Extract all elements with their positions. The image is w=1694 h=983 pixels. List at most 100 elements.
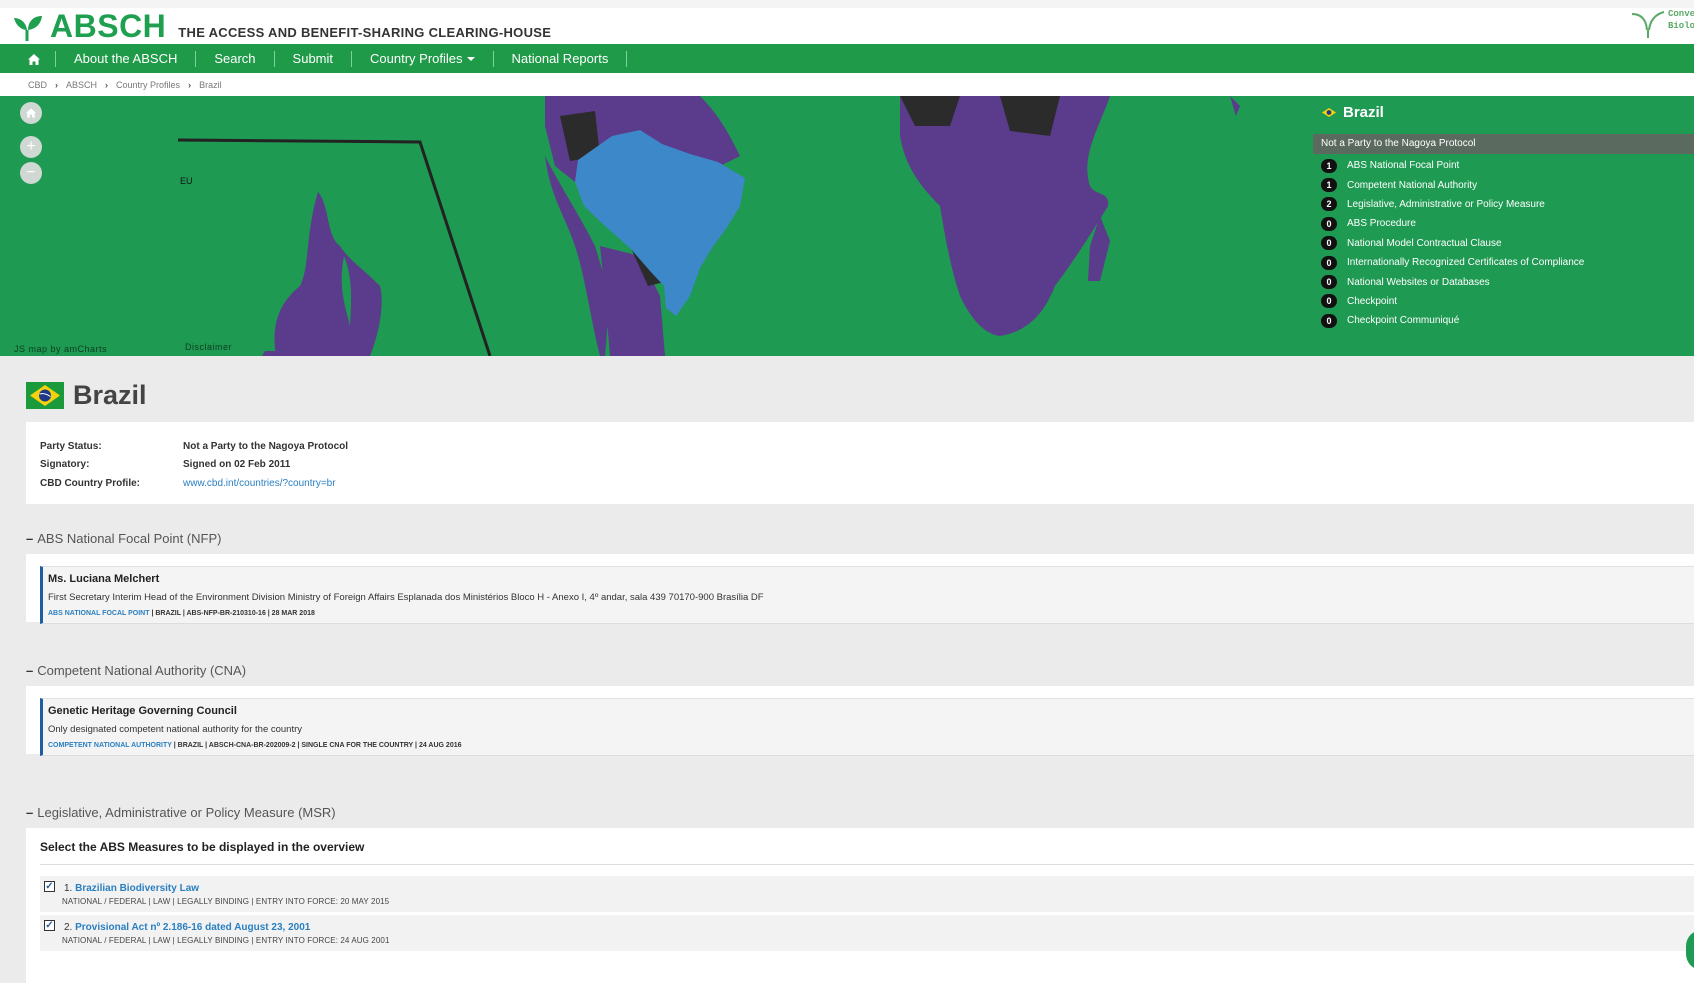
measures-select-heading: Select the ABS Measures to be displayed … (40, 840, 365, 854)
record-meta: ABS NATIONAL FOCAL POINT | BRAZIL | ABS-… (48, 610, 1689, 617)
country-info-card: Party Status: Not a Party to the Nagoya … (26, 422, 1694, 504)
signatory-row: Signatory: Signed on 02 Feb 2011 (40, 456, 1680, 475)
map-home-button[interactable] (20, 102, 42, 124)
panel-item-label: ABS Procedure (1347, 218, 1416, 230)
panel-item-label: Checkpoint (1347, 295, 1398, 307)
signatory-label: Signatory: (40, 459, 90, 471)
measure-number: 1. (64, 883, 73, 894)
map-zoom-in-button[interactable]: + (20, 136, 42, 158)
africa-landmass (900, 96, 1110, 336)
world-map[interactable]: + − EU JS map by amCharts Disclaimer Bra… (0, 96, 1694, 356)
cna-record[interactable]: Genetic Heritage Governing Council Only … (40, 698, 1694, 756)
cbd-profile-link[interactable]: www.cbd.int/countries/?country=br (183, 478, 336, 489)
main-nav: About the ABSCH Search Submit Country Pr… (0, 44, 1694, 73)
nav-home[interactable] (0, 50, 56, 67)
measure-title-row: 2. Provisional Act nº 2.186-16 dated Aug… (64, 922, 310, 933)
nav-national-reports[interactable]: National Reports (494, 50, 628, 67)
brazil-flag-icon (26, 382, 64, 409)
nav-country-profiles-label: Country Profiles (370, 50, 463, 66)
panel-item-label: Competent National Authority (1347, 179, 1478, 191)
count-badge: 0 (1321, 313, 1337, 328)
record-title[interactable]: Genetic Heritage Governing Council (48, 705, 1689, 717)
panel-item-contract-clause[interactable]: 0 National Model Contractual Clause (1321, 234, 1584, 253)
map-credit[interactable]: JS map by amCharts (14, 344, 107, 354)
count-badge: 0 (1321, 236, 1337, 251)
measure-checkbox[interactable]: ✓ (44, 881, 55, 892)
landmass-party (274, 192, 382, 356)
count-badge: 2 (1321, 197, 1337, 212)
breadcrumb: CBD › ABSCH › Country Profiles › Brazil (0, 73, 1694, 96)
divider (40, 864, 1694, 865)
chevron-right-icon: › (105, 79, 109, 90)
nav-submit[interactable]: Submit (275, 50, 353, 67)
island (1230, 96, 1240, 116)
panel-item-msr[interactable]: 2 Legislative, Administrative or Policy M… (1321, 195, 1584, 214)
breadcrumb-cbd[interactable]: CBD (28, 80, 47, 90)
cbd-partner-logo[interactable]: Conve Biolog (1628, 8, 1694, 40)
map-svg (177, 96, 1240, 356)
record-meta-text: | BRAZIL | ABS-NFP-BR-210310-16 | 28 MAR… (149, 610, 315, 617)
logo-subtitle: THE ACCESS AND BENEFIT-SHARING CLEARING-… (178, 25, 552, 40)
map-zoom-out-button[interactable]: − (20, 162, 42, 184)
nav-search[interactable]: Search (196, 50, 275, 67)
panel-item-ircc[interactable]: 0 Internationally Recognized Certificates… (1321, 253, 1584, 272)
panel-item-label: Internationally Recognized Certificates … (1347, 257, 1585, 269)
breadcrumb-country-profiles[interactable]: Country Profiles (116, 80, 180, 90)
chevron-right-icon: › (55, 79, 59, 90)
caret-down-icon (466, 57, 475, 62)
map-country-panel: Brazil Not a Party to the Nagoya Protoco… (1313, 96, 1694, 356)
home-icon (28, 53, 40, 65)
cbd-text-line-2: Biolog (1668, 21, 1694, 31)
panel-item-checkpoint[interactable]: 0 Checkpoint (1321, 292, 1584, 311)
nav-country-profiles[interactable]: Country Profiles (352, 50, 494, 67)
count-badge: 0 (1321, 255, 1337, 270)
panel-party-status: Not a Party to the Nagoya Protocol (1313, 134, 1694, 154)
panel-item-label: National Model Contractual Clause (1347, 237, 1502, 249)
panel-title: Brazil (1321, 104, 1384, 121)
logo-text: ABSCH (50, 8, 167, 44)
panel-item-websites[interactable]: 0 National Websites or Databases (1321, 272, 1584, 291)
record-type-link[interactable]: ABS NATIONAL FOCAL POINT (48, 610, 150, 617)
collapse-icon[interactable]: – (26, 805, 33, 820)
cna-section-header[interactable]: – Competent National Authority (CNA) (26, 663, 246, 678)
map-disclaimer-link[interactable]: Disclaimer (185, 342, 232, 352)
panel-item-checkpoint-communique[interactable]: 0 Checkpoint Communiqué (1321, 311, 1584, 330)
map-region-label-eu: EU (180, 176, 193, 186)
cbd-text-line-1: Conve (1668, 9, 1694, 19)
measure-checkbox[interactable]: ✓ (44, 920, 55, 931)
cna-section-title: Competent National Authority (CNA) (37, 663, 247, 678)
record-type-link[interactable]: COMPETENT NATIONAL AUTHORITY (48, 742, 172, 749)
record-title[interactable]: Ms. Luciana Melchert (48, 573, 1689, 585)
panel-item-nfp[interactable]: 1 ABS National Focal Point (1321, 156, 1584, 175)
nfp-section-header[interactable]: – ABS National Focal Point (NFP) (26, 531, 221, 546)
absch-logo[interactable]: ABSCH THE ACCESS AND BENEFIT-SHARING CLE… (10, 10, 551, 42)
measure-meta: NATIONAL / FEDERAL | LAW | LEGALLY BINDI… (62, 936, 390, 945)
measure-title-link[interactable]: Provisional Act nº 2.186-16 dated August… (75, 922, 310, 933)
record-meta-text: | BRAZIL | ABSCH-CNA-BR-202009-2 | SINGL… (171, 742, 462, 749)
signatory-value: Signed on 02 Feb 2011 (183, 459, 291, 471)
nfp-section-title: ABS National Focal Point (NFP) (37, 531, 222, 546)
msr-section-title: Legislative, Administrative or Policy Me… (37, 805, 336, 820)
panel-item-label: National Websites or Databases (1347, 276, 1490, 288)
country-name: Brazil (73, 380, 147, 410)
msr-section-header[interactable]: – Legislative, Administrative or Policy … (26, 805, 336, 820)
panel-item-procedure[interactable]: 0 ABS Procedure (1321, 214, 1584, 233)
collapse-icon[interactable]: – (26, 663, 33, 678)
chevron-right-icon: › (188, 79, 192, 90)
nav-about[interactable]: About the ABSCH (56, 50, 197, 67)
record-meta: COMPETENT NATIONAL AUTHORITY | BRAZIL | … (48, 742, 1689, 749)
measure-title-link[interactable]: Brazilian Biodiversity Law (75, 883, 199, 894)
count-badge: 0 (1321, 294, 1337, 309)
party-status-label: Party Status: (40, 440, 102, 452)
nfp-record[interactable]: Ms. Luciana Melchert First Secretary Int… (40, 566, 1694, 624)
breadcrumb-brazil: Brazil (199, 79, 222, 90)
collapse-icon[interactable]: – (26, 531, 33, 546)
panel-record-list: 1 ABS National Focal Point 1 Competent Nat… (1321, 156, 1584, 331)
measure-item: ✓ 1. Brazilian Biodiversity Law NATIONAL… (40, 876, 1694, 912)
panel-item-cna[interactable]: 1 Competent National Authority (1321, 175, 1584, 194)
brazil-flag-icon (1322, 108, 1336, 117)
breadcrumb-absch[interactable]: ABSCH (66, 80, 97, 90)
cbd-profile-row: CBD Country Profile: www.cbd.int/countri… (40, 474, 1680, 493)
cbd-leaf-icon (1631, 11, 1665, 38)
party-status-value: Not a Party to the Nagoya Protocol (183, 440, 349, 452)
